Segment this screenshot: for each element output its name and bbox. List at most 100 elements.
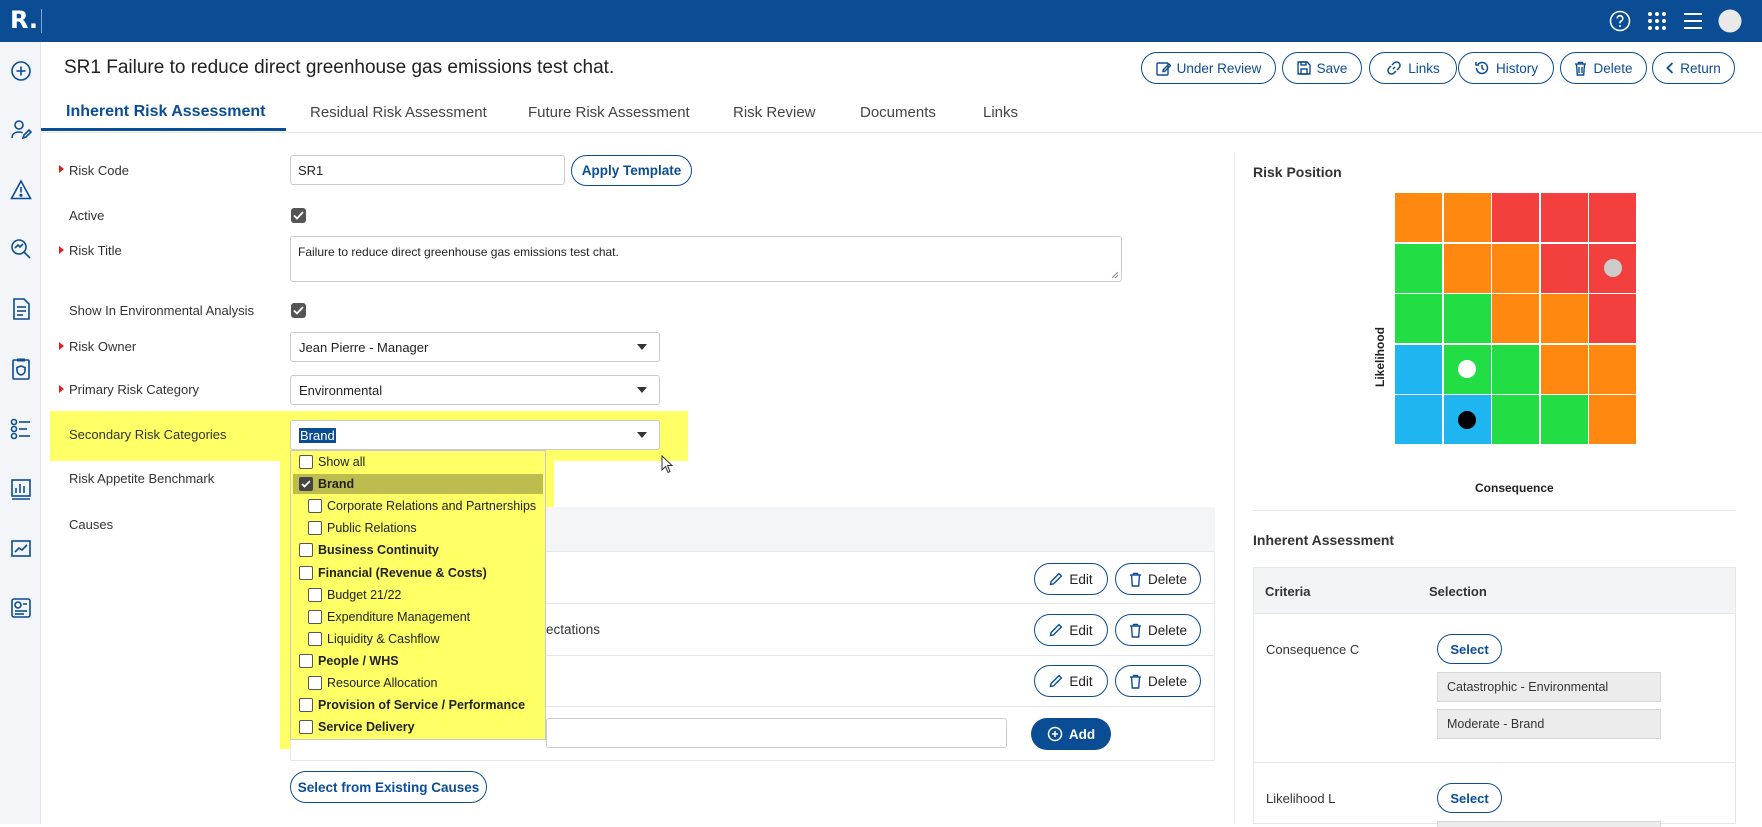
edit-button[interactable]: Edit xyxy=(1034,614,1108,646)
tab-inherent-risk-assessment[interactable]: Inherent Risk Assessment xyxy=(66,103,265,121)
likelihood-axis-label: Likelihood xyxy=(1373,327,1387,387)
delete-row-button[interactable]: Delete xyxy=(1115,665,1201,697)
under-review-button[interactable]: Under Review xyxy=(1141,52,1276,84)
tab-risk-review[interactable]: Risk Review xyxy=(733,104,816,121)
delete-row-button[interactable]: Delete xyxy=(1115,563,1201,595)
likelihood-value xyxy=(1437,821,1661,827)
dropdown-option[interactable]: Liquidity & Cashflow xyxy=(308,629,440,649)
option-checkbox[interactable] xyxy=(308,631,322,646)
add-circle-icon[interactable] xyxy=(8,58,34,84)
matrix-cell xyxy=(1492,395,1539,444)
option-checkbox[interactable] xyxy=(308,609,322,624)
select-existing-causes-button[interactable]: Select from Existing Causes xyxy=(290,771,487,803)
user-avatar[interactable] xyxy=(1717,8,1743,34)
secondary-categories-select[interactable]: Brand xyxy=(290,420,660,450)
search-analytics-icon[interactable] xyxy=(8,236,34,262)
risk-marker xyxy=(1458,410,1476,429)
shield-document-icon[interactable] xyxy=(8,356,34,382)
save-button[interactable]: Save xyxy=(1282,52,1362,84)
option-label: Financial (Revenue & Costs) xyxy=(318,565,487,580)
option-checkbox[interactable] xyxy=(299,720,313,735)
dropdown-option[interactable]: Provision of Service / Performance xyxy=(299,695,525,715)
active-checkbox[interactable] xyxy=(291,208,306,223)
dropdown-option[interactable]: Business Continuity xyxy=(299,540,439,560)
report-icon[interactable] xyxy=(8,595,34,621)
risk-owner-select[interactable]: Jean Pierre - Manager xyxy=(290,332,660,362)
task-list-icon[interactable] xyxy=(8,416,34,442)
tab-documents[interactable]: Documents xyxy=(860,104,936,121)
save-label: Save xyxy=(1316,60,1348,76)
tab-links[interactable]: Links xyxy=(983,104,1018,121)
user-edit-icon[interactable] xyxy=(8,117,34,143)
delete-label: Delete xyxy=(1147,673,1188,689)
edit-button[interactable]: Edit xyxy=(1034,665,1108,697)
risk-title-textarea[interactable]: Failure to reduce direct greenhouse gas … xyxy=(290,236,1122,282)
checkmark-icon xyxy=(293,306,304,315)
required-marker xyxy=(59,342,64,350)
tab-residual-risk-assessment[interactable]: Residual Risk Assessment xyxy=(310,104,487,121)
apps-grid-icon[interactable] xyxy=(1644,8,1670,34)
likelihood-select-button[interactable]: Select xyxy=(1437,783,1502,813)
help-icon[interactable] xyxy=(1607,8,1633,34)
resize-handle-icon[interactable] xyxy=(1110,270,1119,279)
option-checkbox[interactable] xyxy=(299,543,313,558)
required-marker xyxy=(59,385,64,393)
option-label: Resource Allocation xyxy=(327,676,438,690)
delete-label: Delete xyxy=(1147,622,1188,638)
dropdown-option[interactable]: Public Relations xyxy=(308,518,417,538)
delete-row-button[interactable]: Delete xyxy=(1115,614,1201,646)
matrix-cell xyxy=(1395,243,1442,293)
secondary-categories-label: Secondary Risk Categories xyxy=(69,427,227,442)
history-button[interactable]: History xyxy=(1458,52,1554,84)
dropdown-option[interactable]: Expenditure Management xyxy=(308,607,470,627)
edit-button[interactable]: Edit xyxy=(1034,563,1108,595)
option-checkbox[interactable] xyxy=(308,587,322,602)
risk-matrix xyxy=(1395,193,1637,447)
option-checkbox[interactable] xyxy=(308,521,322,536)
bar-chart-icon[interactable] xyxy=(8,476,34,502)
delete-button[interactable]: Delete xyxy=(1560,52,1647,84)
option-label: Provision of Service / Performance xyxy=(318,698,526,713)
dropdown-option[interactable]: Show all xyxy=(299,452,365,472)
return-button[interactable]: Return xyxy=(1652,52,1735,84)
show-env-checkbox[interactable] xyxy=(291,303,306,318)
dropdown-option[interactable]: Budget 21/22 xyxy=(308,585,401,605)
dropdown-option[interactable]: Corporate Relations and Partnerships xyxy=(308,496,536,516)
option-checkbox[interactable] xyxy=(299,653,313,668)
option-checkbox[interactable] xyxy=(299,455,313,469)
links-button[interactable]: Links xyxy=(1369,52,1457,84)
matrix-cell xyxy=(1589,344,1636,394)
dropdown-option[interactable]: Financial (Revenue & Costs) xyxy=(299,563,487,583)
option-checkbox[interactable] xyxy=(308,676,322,690)
dropdown-option[interactable]: Service Delivery xyxy=(299,717,415,737)
app-logo[interactable]: R. xyxy=(10,6,38,34)
dropdown-option[interactable]: People / WHS xyxy=(299,651,399,671)
option-checkbox[interactable] xyxy=(299,477,313,492)
matrix-cell xyxy=(1540,294,1588,343)
risk-code-input[interactable]: SR1 xyxy=(290,155,565,185)
primary-category-select[interactable]: Environmental xyxy=(290,375,660,405)
tab-future-risk-assessment[interactable]: Future Risk Assessment xyxy=(528,104,690,121)
section-divider xyxy=(1253,510,1736,511)
add-button[interactable]: Add xyxy=(1031,718,1111,750)
matrix-cell xyxy=(1589,294,1636,343)
new-cause-input[interactable] xyxy=(546,718,1007,748)
option-label: Public Relations xyxy=(327,521,417,536)
option-checkbox[interactable] xyxy=(308,499,322,514)
dropdown-option[interactable]: Brand xyxy=(299,474,354,494)
links-label: Links xyxy=(1408,60,1440,76)
menu-icon[interactable] xyxy=(1680,8,1706,34)
apply-template-button[interactable]: Apply Template xyxy=(571,155,692,186)
dropdown-option[interactable]: Resource Allocation xyxy=(308,673,437,693)
option-checkbox[interactable] xyxy=(299,565,313,580)
option-label: Expenditure Management xyxy=(327,609,471,624)
delete-label: Delete xyxy=(1147,571,1188,587)
trend-chart-icon[interactable] xyxy=(8,536,34,562)
document-icon[interactable] xyxy=(8,296,34,322)
secondary-categories-value[interactable]: Brand xyxy=(299,427,336,443)
inherent-assessment-table: Criteria Selection Consequence C Select … xyxy=(1253,567,1736,827)
consequence-select-button[interactable]: Select xyxy=(1437,634,1502,664)
option-checkbox[interactable] xyxy=(299,698,313,713)
show-env-label: Show In Environmental Analysis xyxy=(69,303,254,318)
warning-icon[interactable] xyxy=(8,177,34,203)
